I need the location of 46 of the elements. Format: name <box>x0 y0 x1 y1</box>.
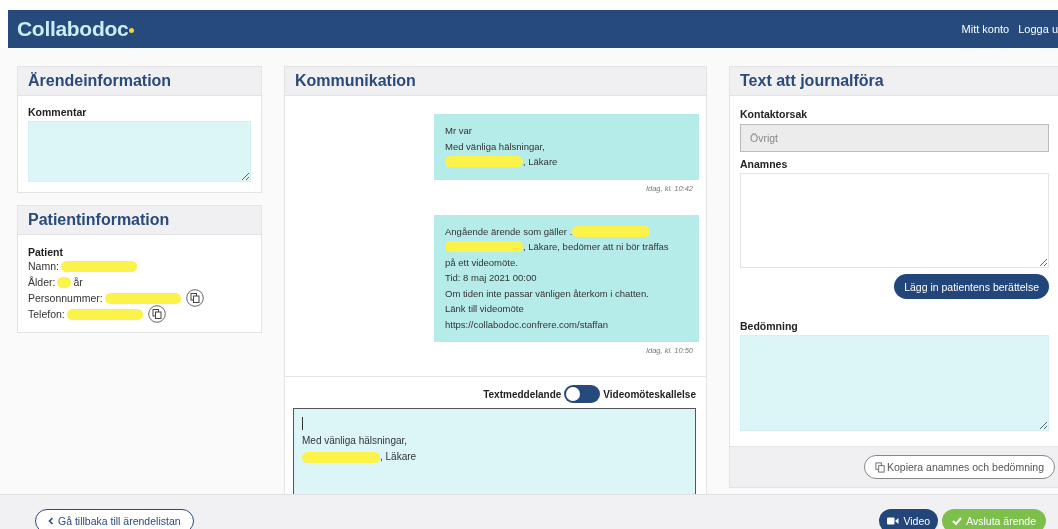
field-label: Ålder: <box>28 276 56 288</box>
video-button[interactable]: Video <box>879 509 939 529</box>
anamnes-field[interactable] <box>740 173 1049 268</box>
field-label: Kommentar <box>28 106 88 118</box>
message-text: , Läkare, bedömer att ni bör träffas <box>523 240 669 254</box>
copy-icon[interactable] <box>147 305 166 323</box>
message-text: https://collabodoc.confrere.com/staffan <box>445 317 608 332</box>
insert-story-button[interactable]: Lägg in patientens berättelse <box>894 274 1049 299</box>
message-field[interactable]: Med vänliga hälsningar, , Läkare <box>293 408 696 494</box>
message-text: Om tiden inte passar vänligen återkom i chatten. <box>445 286 649 301</box>
video-camera-icon <box>887 517 900 525</box>
field-label: Anamnes <box>740 158 789 170</box>
toggle-label: Textmeddelande <box>483 388 562 400</box>
message-text: Tid: 8 maj 2021 00:00 <box>445 271 537 285</box>
field-label: Telefon: <box>28 308 65 320</box>
copy-icon[interactable] <box>185 289 204 307</box>
panel-title: Text att journalföra <box>740 72 884 90</box>
message-type-toggle[interactable] <box>564 385 601 403</box>
message-text: Med vänliga hälsningar, <box>445 139 545 154</box>
message-text: , Läkare <box>523 155 558 169</box>
field-label: Kontaktorsak <box>740 108 809 120</box>
field-label: Namn: <box>28 260 59 272</box>
copy-button[interactable]: Kopiera anamnes och bedömning <box>863 455 1055 479</box>
toggle-label: Videomöteskallelse <box>603 388 696 400</box>
field-label: Bedömning <box>740 320 799 332</box>
chevron-left-icon <box>48 517 54 525</box>
nav-link[interactable]: Logga u <box>1018 23 1058 35</box>
panel-title: Patientinformation <box>28 211 170 229</box>
back-button[interactable]: Gå tillbaka till ärendelistan <box>35 509 194 529</box>
comment-field[interactable] <box>28 121 251 182</box>
message-text: Angående ärende som gäller . <box>445 224 573 239</box>
copy-icon <box>874 461 886 473</box>
section-heading: Patient <box>28 246 64 258</box>
field-value: år <box>73 276 83 288</box>
message-text: , Läkare <box>380 450 417 464</box>
assessment-field[interactable] <box>740 335 1049 431</box>
logo[interactable]: Collabodoc <box>17 17 141 41</box>
message-text: Länk till videomöte <box>445 302 524 316</box>
panel-title: Kommunikation <box>295 72 416 90</box>
nav-link[interactable]: Mitt konto <box>961 23 1010 35</box>
message-text: på ett videomöte. <box>445 255 518 270</box>
panel-title: Ärendeinformation <box>28 72 172 90</box>
check-icon <box>952 517 963 525</box>
message-text: Mr var <box>445 124 472 138</box>
field-label: Personnummer: <box>28 292 103 304</box>
message-text: Med vänliga hälsningar, <box>302 434 408 448</box>
